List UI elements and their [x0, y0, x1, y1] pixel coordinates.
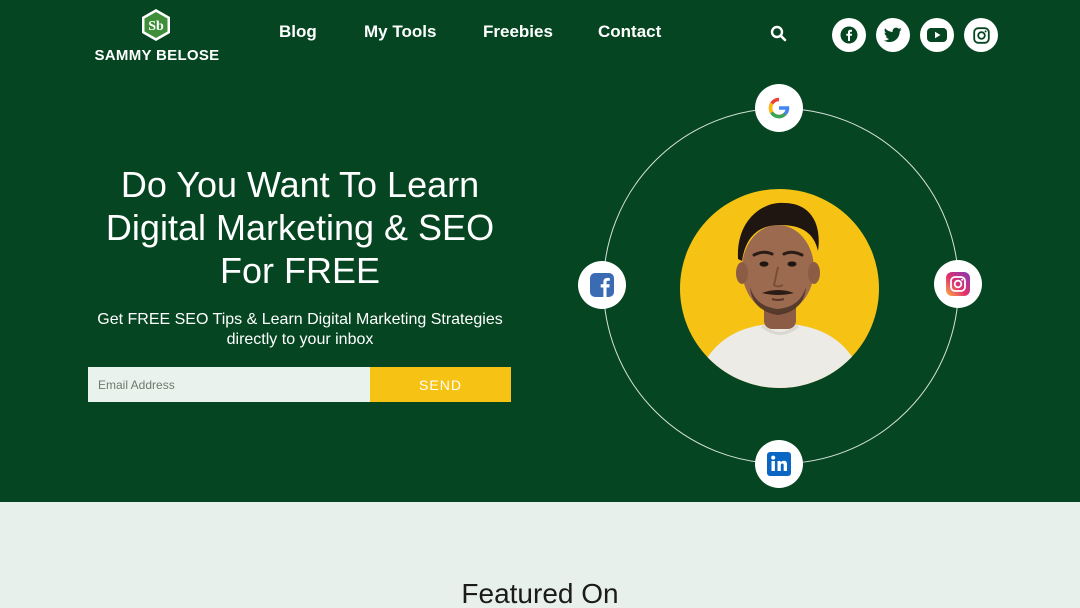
person-portrait-illustration — [695, 202, 865, 388]
svg-text:Sb: Sb — [148, 19, 164, 34]
youtube-icon — [927, 28, 947, 42]
nav-my-tools[interactable]: My Tools — [364, 22, 436, 46]
logo-text: SAMMY BELOSE — [94, 47, 220, 64]
nav-blog[interactable]: Blog — [279, 22, 317, 46]
subline-line-2: directly to your inbox — [226, 331, 374, 348]
header-facebook-button[interactable] — [832, 18, 866, 52]
instagram-icon — [946, 272, 970, 296]
send-button[interactable]: SEND — [370, 367, 511, 402]
orbit-facebook-button[interactable] — [578, 261, 626, 309]
featured-on-heading: Featured On — [461, 578, 619, 608]
subline-line-1: Get FREE SEO Tips & Learn Digital Market… — [97, 311, 503, 328]
google-icon — [768, 97, 790, 119]
nav-contact[interactable]: Contact — [598, 22, 661, 46]
orbit-instagram-button[interactable] — [934, 260, 982, 308]
facebook-icon — [590, 273, 614, 297]
twitter-icon — [884, 27, 902, 43]
profile-photo — [680, 189, 879, 388]
search-icon — [770, 25, 787, 42]
header-twitter-button[interactable] — [876, 18, 910, 52]
orbit-google-button[interactable] — [755, 84, 803, 132]
email-input[interactable] — [88, 367, 370, 402]
header-instagram-button[interactable] — [964, 18, 998, 52]
header-youtube-button[interactable] — [920, 18, 954, 52]
search-button[interactable] — [769, 24, 789, 44]
headline-line-2: Digital Marketing & SEO — [105, 207, 495, 248]
instagram-icon — [972, 26, 990, 44]
linkedin-icon — [767, 452, 791, 476]
hero-headline: Do You Want To Learn Digital Marketing &… — [60, 163, 540, 292]
headline-line-3: For FREE — [219, 250, 380, 291]
orbit-linkedin-button[interactable] — [755, 440, 803, 488]
site-logo[interactable]: Sb SAMMY BELOSE — [86, 8, 228, 64]
nav-freebies[interactable]: Freebies — [483, 22, 553, 46]
logo-hexagon-icon: Sb — [142, 9, 170, 41]
facebook-icon — [840, 26, 858, 44]
headline-line-1: Do You Want To Learn — [120, 164, 480, 205]
hero-subline: Get FREE SEO Tips & Learn Digital Market… — [60, 310, 540, 350]
